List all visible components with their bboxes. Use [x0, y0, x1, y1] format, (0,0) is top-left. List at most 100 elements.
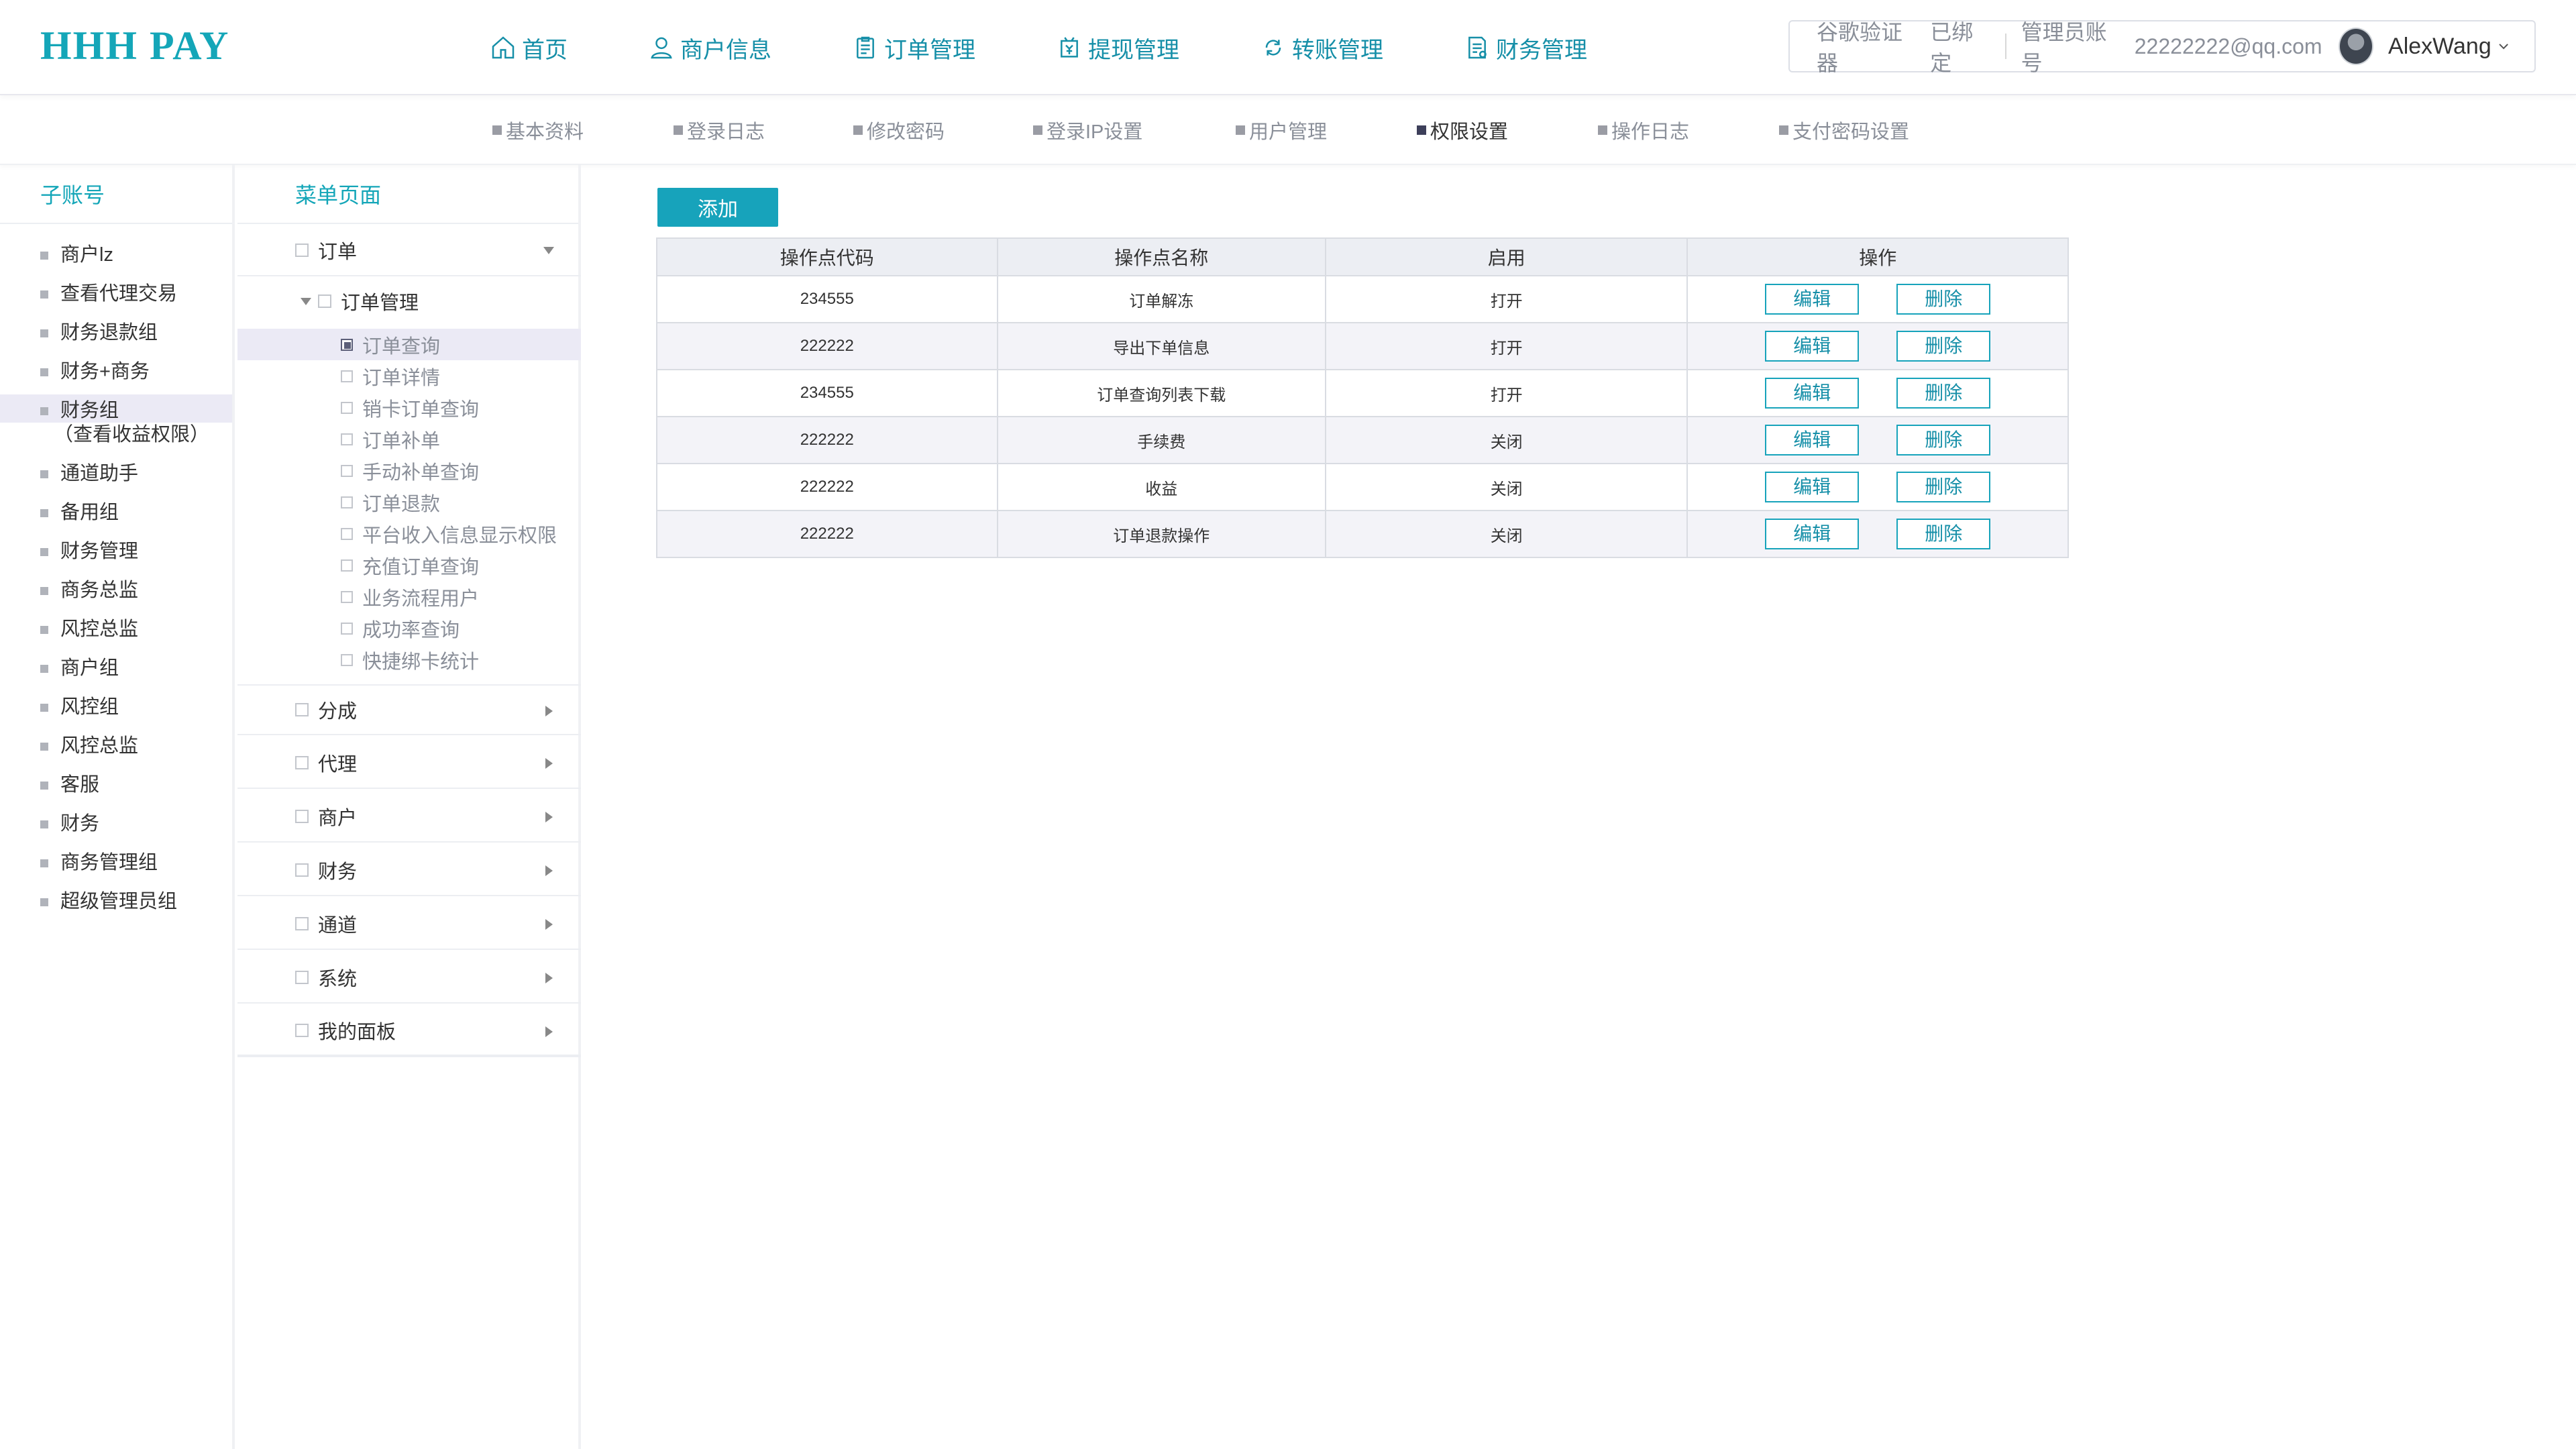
subnav-user-management[interactable]: 用户管理	[1236, 115, 1327, 145]
checkbox[interactable]	[295, 863, 309, 877]
menu-group[interactable]: 财务	[237, 845, 581, 896]
nav-finance[interactable]: 财务管理	[1464, 28, 1587, 68]
checkbox[interactable]	[341, 590, 353, 603]
account-item[interactable]: 风控总监	[0, 730, 232, 769]
caret-right-icon[interactable]	[545, 973, 553, 983]
account-item[interactable]: 商务总监	[0, 574, 232, 613]
checkbox[interactable]	[341, 622, 353, 635]
menu-leaf[interactable]: 快捷绑卡统计	[237, 644, 581, 676]
account-item[interactable]: 超级管理员组	[0, 885, 232, 924]
menu-group[interactable]: 通道	[237, 899, 581, 950]
menu-group[interactable]: 商户	[237, 792, 581, 843]
operation-name: 收益	[996, 463, 1326, 511]
nav-orders[interactable]: 订单管理	[852, 28, 975, 68]
menu-group[interactable]: 代理	[237, 738, 581, 789]
nav-transfer[interactable]: 转账管理	[1260, 28, 1383, 68]
checkbox[interactable]	[341, 559, 353, 572]
nav-merchant-info[interactable]: 商户信息	[648, 28, 771, 68]
account-item[interactable]: 备用组	[0, 496, 232, 535]
nav-withdraw[interactable]: 提现管理	[1056, 28, 1179, 68]
menu-leaf[interactable]: 销卡订单查询	[237, 392, 581, 423]
subnav-permissions[interactable]: 权限设置	[1417, 115, 1508, 145]
menu-group[interactable]: 分成	[237, 684, 581, 735]
checkbox[interactable]	[341, 464, 353, 477]
account-item[interactable]: 财务退款组	[0, 317, 232, 356]
delete-button[interactable]: 删除	[1896, 331, 1991, 362]
edit-button[interactable]: 编辑	[1765, 331, 1860, 362]
delete-button[interactable]: 删除	[1896, 472, 1991, 502]
menu-leaf-selected[interactable]: 订单查询	[237, 329, 581, 360]
delete-button[interactable]: 删除	[1896, 519, 1991, 549]
menu-leaf[interactable]: 平台收入信息显示权限	[237, 518, 581, 549]
caret-right-icon[interactable]	[545, 812, 553, 822]
user-name[interactable]: AlexWang	[2388, 34, 2491, 60]
account-item[interactable]: 商务管理组	[0, 847, 232, 885]
edit-button[interactable]: 编辑	[1765, 284, 1860, 315]
account-item[interactable]: 商户lz	[0, 239, 232, 278]
account-item[interactable]: 通道助手	[0, 458, 232, 496]
caret-right-icon[interactable]	[545, 1026, 553, 1037]
menu-leaf[interactable]: 成功率查询	[237, 612, 581, 644]
subnav-operation-log[interactable]: 操作日志	[1598, 115, 1689, 145]
account-item[interactable]: 风控组	[0, 691, 232, 730]
checkbox[interactable]	[295, 971, 309, 984]
menu-leaf[interactable]: 业务流程用户	[237, 581, 581, 612]
menu-group[interactable]: 系统	[237, 953, 581, 1004]
menu-group-orders[interactable]: 订单	[237, 225, 581, 276]
subnav-login-ip[interactable]: 登录IP设置	[1033, 115, 1142, 145]
checkbox[interactable]	[341, 401, 353, 414]
caret-right-icon[interactable]	[545, 919, 553, 930]
caret-right-icon[interactable]	[545, 865, 553, 876]
delete-button[interactable]: 删除	[1896, 425, 1991, 455]
checkbox[interactable]	[318, 294, 331, 308]
subnav-basic-info[interactable]: 基本资料	[492, 115, 584, 145]
account-item[interactable]: 风控总监	[0, 613, 232, 652]
account-item[interactable]: 财务	[0, 808, 232, 847]
checkbox[interactable]	[341, 370, 353, 382]
avatar[interactable]	[2338, 28, 2374, 65]
menu-subgroup-order-management[interactable]: 订单管理	[237, 283, 581, 319]
menu-leaf[interactable]: 充值订单查询	[237, 549, 581, 581]
delete-button[interactable]: 删除	[1896, 284, 1991, 315]
account-item[interactable]: 财务管理	[0, 535, 232, 574]
subnav-change-password[interactable]: 修改密码	[853, 115, 945, 145]
checkbox[interactable]	[295, 703, 309, 716]
edit-button[interactable]: 编辑	[1765, 519, 1860, 549]
checkbox[interactable]	[295, 244, 309, 257]
account-item[interactable]: 客服	[0, 769, 232, 808]
delete-button[interactable]: 删除	[1896, 378, 1991, 409]
caret-right-icon[interactable]	[545, 706, 553, 716]
subnav-login-log[interactable]: 登录日志	[674, 115, 765, 145]
menu-group[interactable]: 我的面板	[237, 1006, 581, 1057]
checkbox[interactable]	[295, 917, 309, 930]
add-button[interactable]: 添加	[657, 188, 778, 227]
account-item[interactable]: 商户组	[0, 652, 232, 691]
checkbox[interactable]	[341, 496, 353, 508]
edit-button[interactable]: 编辑	[1765, 472, 1860, 502]
menu-leaf[interactable]: 订单补单	[237, 423, 581, 455]
menu-leaf[interactable]: 订单退款	[237, 486, 581, 518]
checkbox-checked[interactable]	[341, 338, 353, 351]
checkbox[interactable]	[295, 810, 309, 823]
subnav-label: 支付密码设置	[1792, 121, 1910, 143]
checkbox[interactable]	[341, 433, 353, 445]
checkbox[interactable]	[341, 527, 353, 540]
caret-down-icon[interactable]	[301, 297, 311, 305]
checkbox[interactable]	[295, 756, 309, 769]
edit-button[interactable]: 编辑	[1765, 425, 1860, 455]
chevron-down-icon[interactable]	[2496, 38, 2512, 55]
account-item[interactable]: 查看代理交易	[0, 278, 232, 317]
menu-leaf[interactable]: 手动补单查询	[237, 455, 581, 486]
checkbox[interactable]	[295, 1024, 309, 1037]
operation-code: 222222	[656, 463, 998, 511]
edit-button[interactable]: 编辑	[1765, 378, 1860, 409]
account-item[interactable]: 财务+商务	[0, 356, 232, 394]
account-item-selected[interactable]: 财务组	[0, 394, 232, 423]
nav-home[interactable]: 首页	[490, 28, 568, 68]
subnav-payment-password[interactable]: 支付密码设置	[1779, 115, 1909, 145]
caret-down-icon[interactable]	[543, 247, 554, 254]
checkbox[interactable]	[341, 653, 353, 666]
caret-right-icon[interactable]	[545, 758, 553, 769]
brand-logo[interactable]: HHH PAY	[40, 23, 229, 69]
menu-leaf[interactable]: 订单详情	[237, 360, 581, 392]
